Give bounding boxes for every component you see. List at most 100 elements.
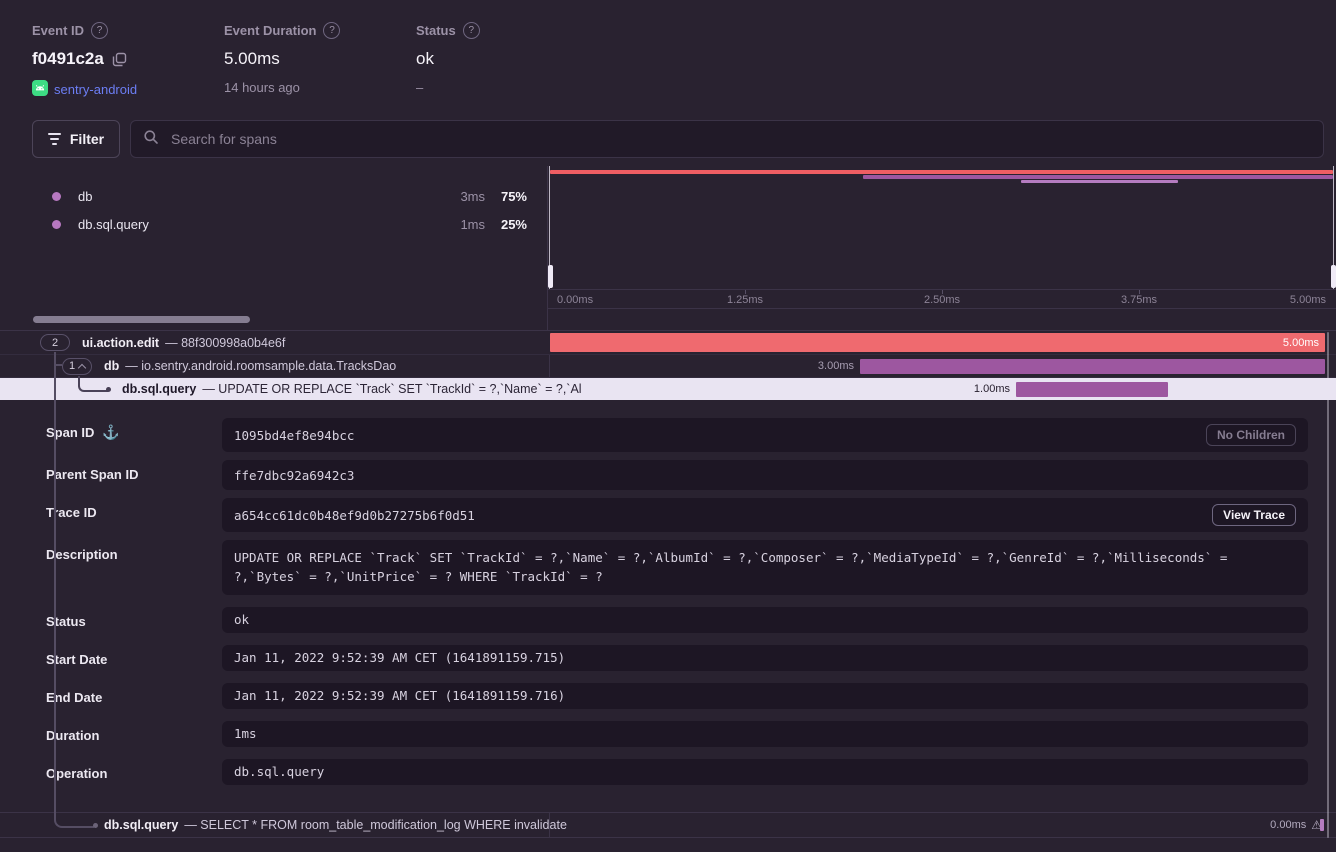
op-duration: 3ms xyxy=(439,189,485,204)
help-icon[interactable]: ? xyxy=(463,22,480,39)
start-date-box: Jan 11, 2022 9:52:39 AM CET (1641891159.… xyxy=(222,645,1308,671)
axis-label-4: 5.00ms xyxy=(1290,294,1326,306)
project-row: sentry-android xyxy=(32,80,224,99)
detail-row-duration: Duration 1ms xyxy=(46,721,1308,747)
tree-connector-dot xyxy=(93,823,98,828)
span-op: db.sql.query xyxy=(122,382,196,396)
detail-label: Span ID ⚓ xyxy=(46,418,222,452)
vertical-scrollbar[interactable] xyxy=(1327,332,1329,838)
span-bar-duration: 0.00ms xyxy=(1270,819,1306,831)
axis-label-2: 2.50ms xyxy=(924,294,960,306)
search-input[interactable] xyxy=(169,130,1311,148)
axis-label-1: 1.25ms xyxy=(727,294,763,306)
project-link[interactable]: sentry-android xyxy=(54,82,137,97)
span-duration-wrap: 0.00ms ⚠ xyxy=(1270,813,1322,837)
detail-row-span-id: Span ID ⚓ 1095bd4ef8e94bcc No Children xyxy=(46,418,1308,452)
children-count-badge[interactable]: 2 xyxy=(40,334,70,351)
event-id-block: Event ID ? f0491c2a sentry-android xyxy=(32,22,224,112)
status-label-text: Status xyxy=(416,23,456,38)
toolbar: Filter xyxy=(32,120,1324,158)
viewport-left-handle[interactable] xyxy=(548,265,553,288)
detail-label-text: Parent Span ID xyxy=(46,467,138,482)
filter-button[interactable]: Filter xyxy=(32,120,120,158)
trace-id-box: a654cc61dc0b48ef9d0b27275b6f0d51 View Tr… xyxy=(222,498,1308,532)
viewport-right-handle[interactable] xyxy=(1331,265,1336,288)
detail-row-status: Status ok xyxy=(46,607,1308,633)
span-row-title: 1 db — io.sentry.android.roomsample.data… xyxy=(0,355,611,377)
view-trace-button[interactable]: View Trace xyxy=(1212,504,1296,526)
event-age: 14 hours ago xyxy=(224,80,416,95)
span-row-db[interactable]: 1 db — io.sentry.android.roomsample.data… xyxy=(0,354,1336,377)
copy-icon[interactable] xyxy=(112,52,127,67)
span-details-panel: Span ID ⚓ 1095bd4ef8e94bcc No Children P… xyxy=(0,400,1336,812)
no-children-button[interactable]: No Children xyxy=(1206,424,1296,446)
span-bar-db-sql-query[interactable] xyxy=(1016,382,1168,397)
span-tree: 2 ui.action.edit — 88f300998a0b4e6f 5.00… xyxy=(0,330,1336,400)
op-duration: 1ms xyxy=(439,217,485,232)
span-bar-db[interactable] xyxy=(860,359,1325,374)
event-id-label: Event ID ? xyxy=(32,22,224,39)
event-id-value: f0491c2a xyxy=(32,49,224,69)
status-value: ok xyxy=(416,49,608,69)
children-count-badge[interactable]: 1 xyxy=(62,358,92,375)
filter-button-label: Filter xyxy=(70,131,104,147)
search-bar[interactable] xyxy=(130,120,1324,158)
anchor-icon[interactable]: ⚓ xyxy=(102,425,119,439)
detail-row-operation: Operation db.sql.query xyxy=(46,759,1308,785)
detail-label-text: Description xyxy=(46,547,118,562)
minimap-bar-db-sql-query xyxy=(1021,180,1179,183)
event-id-text: f0491c2a xyxy=(32,49,104,69)
chevron-up-icon xyxy=(78,363,86,371)
detail-row-start-date: Start Date Jan 11, 2022 9:52:39 AM CET (… xyxy=(46,645,1308,671)
breakdown-row-db-sql-query[interactable]: db.sql.query 1ms 25% xyxy=(0,210,547,238)
trace-minimap[interactable] xyxy=(548,166,1336,290)
axis-label-0: 0.00ms xyxy=(557,294,593,306)
detail-label-text: Status xyxy=(46,614,86,629)
tree-column-divider xyxy=(549,355,550,377)
parent-span-id-value: ffe7dbc92a6942c3 xyxy=(234,468,354,483)
breakdown-row-db[interactable]: db 3ms 75% xyxy=(0,182,547,210)
end-date-box: Jan 11, 2022 9:52:39 AM CET (1641891159.… xyxy=(222,683,1308,709)
horizontal-scrollbar[interactable] xyxy=(33,316,250,323)
filter-icon xyxy=(48,133,61,145)
event-duration-value: 5.00ms xyxy=(224,49,416,69)
trace-overview: db 3ms 75% db.sql.query 1ms 25% xyxy=(0,166,1336,330)
start-date-value: Jan 11, 2022 9:52:39 AM CET (1641891159.… xyxy=(234,650,565,665)
event-header: Event ID ? f0491c2a sentry-android Event… xyxy=(0,0,1336,112)
detail-label-text: Start Date xyxy=(46,652,107,667)
detail-row-end-date: End Date Jan 11, 2022 9:52:39 AM CET (16… xyxy=(46,683,1308,709)
span-desc: — io.sentry.android.roomsample.data.Trac… xyxy=(125,359,396,373)
status-value: ok xyxy=(234,612,249,627)
span-desc: — 88f300998a0b4e6f xyxy=(165,336,285,350)
span-bar-tiny xyxy=(1320,819,1324,831)
detail-label-text: End Date xyxy=(46,690,102,705)
minimap-bar-ui-action-edit xyxy=(550,170,1333,174)
detail-label-text: Duration xyxy=(46,728,99,743)
span-op: ui.action.edit xyxy=(82,336,159,350)
duration-box: 1ms xyxy=(222,721,1308,747)
span-row-title: 2 ui.action.edit — 88f300998a0b4e6f xyxy=(0,331,589,354)
android-project-icon xyxy=(32,80,48,99)
time-axis: 0.00ms 1.25ms 2.50ms 3.75ms 5.00ms xyxy=(548,290,1336,309)
help-icon[interactable]: ? xyxy=(323,22,340,39)
description-value: UPDATE OR REPLACE `Track` SET `TrackId` … xyxy=(234,548,1296,587)
span-row-db-sql-query-select[interactable]: db.sql.query — SELECT * FROM room_table_… xyxy=(0,812,1336,838)
span-row-db-sql-query-selected[interactable]: db.sql.query — UPDATE OR REPLACE `Track`… xyxy=(0,377,1336,400)
span-detail-page: Event ID ? f0491c2a sentry-android Event… xyxy=(0,0,1336,852)
span-bar-ui-action-edit[interactable]: 5.00ms xyxy=(550,333,1325,352)
status-block: Status ? ok – xyxy=(416,22,608,112)
operation-value: db.sql.query xyxy=(234,764,324,779)
span-bar-duration: 3.00ms xyxy=(784,360,854,372)
span-desc: — SELECT * FROM room_table_modification_… xyxy=(184,818,567,832)
span-op: db xyxy=(104,359,119,373)
duration-value: 1ms xyxy=(234,726,257,741)
op-color-dot xyxy=(52,192,61,201)
span-bar-duration: 1.00ms xyxy=(940,383,1010,395)
span-row-ui-action-edit[interactable]: 2 ui.action.edit — 88f300998a0b4e6f 5.00… xyxy=(0,331,1336,354)
help-icon[interactable]: ? xyxy=(91,22,108,39)
detail-row-parent-span-id: Parent Span ID ffe7dbc92a6942c3 xyxy=(46,460,1308,490)
event-id-label-text: Event ID xyxy=(32,23,84,38)
minimap-wrap: 0.00ms 1.25ms 2.50ms 3.75ms 5.00ms xyxy=(548,166,1336,330)
status-label: Status ? xyxy=(416,22,608,39)
event-duration-label: Event Duration ? xyxy=(224,22,416,39)
